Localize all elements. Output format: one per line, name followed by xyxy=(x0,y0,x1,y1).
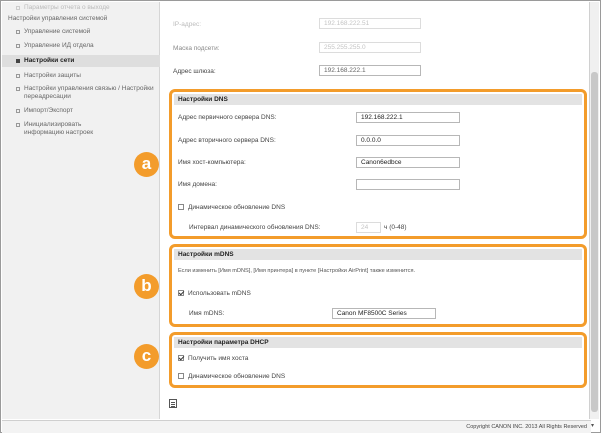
gateway-field: 192.168.222.1 xyxy=(319,65,421,76)
dhcp-section-title: Настройки параметра DHCP xyxy=(174,337,582,348)
gateway-label: Адрес шлюза: xyxy=(173,68,216,75)
domain-name-label: Имя домена: xyxy=(178,181,217,188)
hostname-input[interactable]: Canon6edbce xyxy=(356,157,460,168)
sidebar-item-communication-settings[interactable]: Настройки управления связью / Настройки … xyxy=(2,85,160,101)
callout-a: a xyxy=(134,152,159,177)
bullet-icon xyxy=(16,30,20,34)
scrollbar-thumb[interactable] xyxy=(591,72,598,412)
dns-section: Настройки DNS Адрес первичного сервера D… xyxy=(169,89,587,239)
callout-c: c xyxy=(134,344,159,369)
primary-dns-input[interactable]: 192.168.222.1 xyxy=(356,112,460,123)
subnet-mask-label: Маска подсети: xyxy=(173,45,220,52)
sidebar-item-department-id[interactable]: Управление ИД отдела xyxy=(2,42,160,50)
subnet-mask-field: 255.255.255.0 xyxy=(319,42,421,53)
use-mdns-checkbox[interactable] xyxy=(178,290,184,297)
sidebar-item-network-settings[interactable]: Настройки сети xyxy=(2,55,160,67)
main-panel: IP-адрес: 192.168.222.51 Маска подсети: … xyxy=(161,2,590,419)
sidebar-item-initialize-settings[interactable]: Инициализировать информацию настроек xyxy=(2,121,160,137)
sidebar-item-system-management-settings[interactable]: Настройки управления системой xyxy=(2,15,160,23)
dhcp-dns-update-row[interactable]: Динамическое обновление DNS xyxy=(178,373,285,380)
domain-name-input[interactable] xyxy=(356,179,460,190)
sidebar-item-system-management[interactable]: Управление системой xyxy=(2,28,160,36)
bullet-icon xyxy=(16,59,20,63)
browser-frame: Параметры отчета о выходе Настройки упра… xyxy=(0,0,601,433)
ip-address-field: 192.168.222.51 xyxy=(319,18,421,29)
mdns-name-label: Имя mDNS: xyxy=(189,310,225,317)
dhcp-section: Настройки параметра DHCP Получить имя хо… xyxy=(169,332,587,388)
bullet-icon xyxy=(16,6,20,10)
dhcp-dns-update-checkbox[interactable] xyxy=(178,373,184,380)
mdns-name-input[interactable]: Canon MF8500C Series xyxy=(332,308,436,319)
get-hostname-row[interactable]: Получить имя хоста xyxy=(178,355,248,362)
mdns-note: Если изменить [Имя mDNS], [Имя принтера]… xyxy=(178,268,416,274)
use-mdns-row[interactable]: Использовать mDNS xyxy=(178,290,251,297)
bullet-icon xyxy=(16,74,20,78)
sidebar-item-security-settings[interactable]: Настройки защиты xyxy=(2,72,160,80)
bullet-icon xyxy=(16,87,20,91)
vertical-scrollbar[interactable] xyxy=(589,2,599,419)
bullet-icon xyxy=(16,44,20,48)
sidebar-item-output-report[interactable]: Параметры отчета о выходе xyxy=(2,4,160,12)
mdns-section-title: Настройки mDNS xyxy=(174,249,582,260)
copyright-text: Copyright CANON INC. 2013 All Rights Res… xyxy=(466,424,587,430)
dns-interval-label: Интервал динамического обновления DNS: xyxy=(189,224,321,231)
dns-dynamic-update-row[interactable]: Динамическое обновление DNS xyxy=(178,204,285,211)
mdns-section: Настройки mDNS Если изменить [Имя mDNS],… xyxy=(169,244,587,327)
ip-address-label: IP-адрес: xyxy=(173,21,201,28)
hostname-label: Имя хост-компьютера: xyxy=(178,159,246,166)
dns-interval-unit: ч (0-48) xyxy=(384,224,407,231)
sidebar-item-import-export[interactable]: Импорт/Экспорт xyxy=(2,107,160,115)
footer: Copyright CANON INC. 2013 All Rights Res… xyxy=(2,420,591,433)
callout-b: b xyxy=(134,274,159,299)
bullet-icon xyxy=(16,109,20,113)
dns-dynamic-update-checkbox[interactable] xyxy=(178,204,184,211)
page-icon[interactable] xyxy=(169,399,177,408)
primary-dns-label: Адрес первичного сервера DNS: xyxy=(178,114,277,121)
bullet-icon xyxy=(16,123,20,127)
scroll-down-arrow-icon[interactable]: ▾ xyxy=(591,422,599,429)
secondary-dns-input[interactable]: 0.0.0.0 xyxy=(356,135,460,146)
dns-section-title: Настройки DNS xyxy=(174,94,582,105)
secondary-dns-label: Адрес вторичного сервера DNS: xyxy=(178,137,276,144)
get-hostname-checkbox[interactable] xyxy=(178,355,184,362)
dns-interval-input[interactable]: 24 xyxy=(356,222,381,233)
